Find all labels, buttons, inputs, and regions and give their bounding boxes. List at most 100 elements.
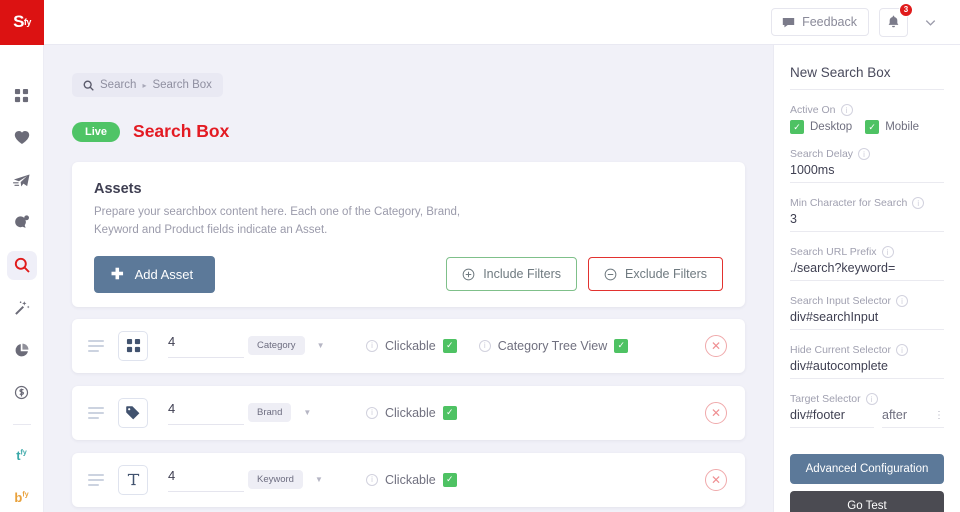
include-filters-label: Include Filters [483, 267, 562, 282]
sidebar-divider [12, 424, 31, 425]
asset-count-input[interactable]: 4 [168, 468, 244, 492]
search-input-selector-label-text: Search Input Selector [790, 295, 891, 307]
exclude-filters-button[interactable]: Exclude Filters [588, 257, 723, 292]
magic-wand-icon [14, 300, 30, 316]
grid-icon[interactable] [118, 330, 148, 361]
pie-chart-icon [14, 343, 29, 358]
add-asset-button[interactable]: ✚ Add Asset [94, 255, 216, 293]
asset-count-input[interactable]: 4 [168, 401, 244, 425]
checkbox[interactable]: ✓ [442, 472, 457, 487]
info-icon[interactable]: i [366, 406, 378, 419]
tag-icon[interactable] [118, 397, 148, 428]
checkbox-mobile[interactable]: ✓ Mobile [865, 120, 919, 134]
filter-buttons: Include Filters Exclude Filters [446, 257, 723, 292]
asset-row[interactable]: 4 Keyword ▼ i Clickable ✓ ✕ [72, 452, 745, 507]
hide-current-selector-label-text: Hide Current Selector [790, 344, 891, 356]
assets-card-description: Prepare your searchbox content here. Eac… [94, 206, 461, 236]
info-icon[interactable]: i [366, 473, 378, 486]
info-icon[interactable]: i [912, 197, 925, 209]
min-character-input[interactable]: 3 [790, 212, 944, 232]
text-icon[interactable] [118, 464, 148, 495]
target-selector-input[interactable]: div#footer [790, 408, 874, 428]
info-icon[interactable]: i [840, 104, 853, 116]
drag-handle-icon[interactable] [88, 339, 104, 352]
asset-option-clickable[interactable]: i Clickable ✓ [366, 472, 457, 487]
search-input-selector-field: Search Input Selector i div#searchInput [790, 295, 944, 330]
sidebar-item-analytics[interactable] [7, 336, 37, 365]
asset-row[interactable]: 4 Category ▼ i Clickable ✓ i Category Tr… [72, 318, 745, 373]
sidebar-item-campaigns[interactable] [7, 166, 37, 195]
search-box-name-input[interactable]: New Search Box [790, 65, 944, 90]
target-position-select[interactable]: after ⋮ [882, 408, 944, 428]
target-selector-label: Target Selector i [790, 393, 944, 405]
checkbox-desktop[interactable]: ✓ Desktop [790, 120, 852, 134]
delete-asset-button[interactable]: ✕ [705, 401, 727, 424]
sidebar-item-tfy[interactable]: tfy [7, 441, 37, 470]
heart-icon [14, 130, 30, 145]
info-icon[interactable]: i [858, 148, 871, 160]
asset-type-select[interactable]: Category ▼ [248, 336, 344, 356]
asset-row[interactable]: 4 Brand ▼ i Clickable ✓ ✕ [72, 385, 745, 440]
search-input-selector-input[interactable]: div#searchInput [790, 310, 944, 330]
info-icon[interactable]: i [881, 246, 894, 258]
go-test-button[interactable]: Go Test [790, 491, 944, 512]
account-menu-button[interactable] [918, 10, 942, 34]
delete-asset-button[interactable]: ✕ [705, 334, 727, 357]
asset-type-select[interactable]: Keyword ▼ [248, 470, 344, 490]
checkbox[interactable]: ✓ [790, 120, 804, 134]
target-position-value: after [882, 408, 908, 422]
drag-handle-icon[interactable] [88, 406, 104, 419]
brand-logo[interactable]: Sfy [0, 0, 44, 45]
checkbox[interactable]: ✓ [614, 338, 629, 353]
search-delay-label: Search Delay i [790, 148, 944, 160]
add-asset-label: Add Asset [134, 266, 194, 282]
app-root: Sfy Feedback 3 tfy bfy Search ▸ Search B… [0, 0, 960, 512]
info-icon[interactable]: i [366, 339, 378, 352]
delete-asset-button[interactable]: ✕ [705, 468, 727, 491]
sidebar-item-billing[interactable] [7, 379, 37, 408]
search-url-prefix-input[interactable]: ./search?keyword= [790, 261, 944, 281]
checkbox[interactable]: ✓ [442, 338, 457, 353]
asset-option-label: Clickable [385, 405, 436, 420]
advanced-configuration-button[interactable]: Advanced Configuration [790, 454, 944, 484]
info-icon[interactable]: i [865, 393, 878, 405]
asset-option-category-tree-view[interactable]: i Category Tree View ✓ [478, 338, 629, 353]
search-icon [83, 80, 94, 91]
feedback-button[interactable]: Feedback [771, 8, 869, 36]
breadcrumb-current: Search Box [152, 79, 212, 91]
info-icon[interactable]: i [895, 295, 908, 307]
asset-count-input[interactable]: 4 [168, 334, 244, 358]
sidebar-item-search[interactable] [6, 251, 37, 280]
include-filters-button[interactable]: Include Filters [446, 257, 578, 292]
breadcrumb[interactable]: Search ▸ Search Box [72, 73, 223, 97]
minus-circle-icon [604, 268, 617, 281]
checkbox[interactable]: ✓ [865, 120, 880, 134]
checkbox-desktop-label: Desktop [810, 121, 853, 133]
asset-option-label: Category Tree View [497, 338, 608, 353]
sidebar-item-favorites[interactable] [7, 124, 37, 153]
assets-card: Assets Prepare your searchbox content he… [72, 162, 745, 307]
info-icon[interactable]: i [895, 344, 908, 356]
hide-current-selector-input[interactable]: div#autocomplete [790, 359, 944, 379]
breadcrumb-root[interactable]: Search [100, 79, 136, 91]
sidebar-item-bfy[interactable]: bfy [7, 483, 37, 512]
assets-card-actions: ✚ Add Asset Include Filters Exclude Filt… [94, 255, 723, 293]
notifications-button[interactable]: 3 [879, 2, 913, 37]
paper-plane-icon [13, 173, 30, 188]
asset-type-label: Category [248, 336, 305, 356]
search-delay-input[interactable]: 1000ms [790, 163, 944, 183]
checkbox[interactable]: ✓ [442, 405, 457, 420]
sidebar-item-dashboard[interactable] [7, 81, 37, 110]
asset-option-label: Clickable [385, 472, 436, 487]
sidebar-item-engage[interactable] [7, 209, 37, 238]
chevron-down-icon: ▼ [314, 475, 323, 485]
exclude-filters-label: Exclude Filters [625, 267, 707, 282]
search-url-prefix-label: Search URL Prefix i [790, 246, 944, 258]
drag-handle-icon[interactable] [88, 473, 104, 486]
sidebar-item-personalize[interactable] [7, 294, 37, 323]
asset-type-select[interactable]: Brand ▼ [248, 403, 344, 423]
info-icon[interactable]: i [478, 339, 491, 352]
hide-current-selector-field: Hide Current Selector i div#autocomplete [790, 344, 944, 379]
asset-option-clickable[interactable]: i Clickable ✓ [366, 338, 457, 353]
asset-option-clickable[interactable]: i Clickable ✓ [366, 405, 457, 420]
